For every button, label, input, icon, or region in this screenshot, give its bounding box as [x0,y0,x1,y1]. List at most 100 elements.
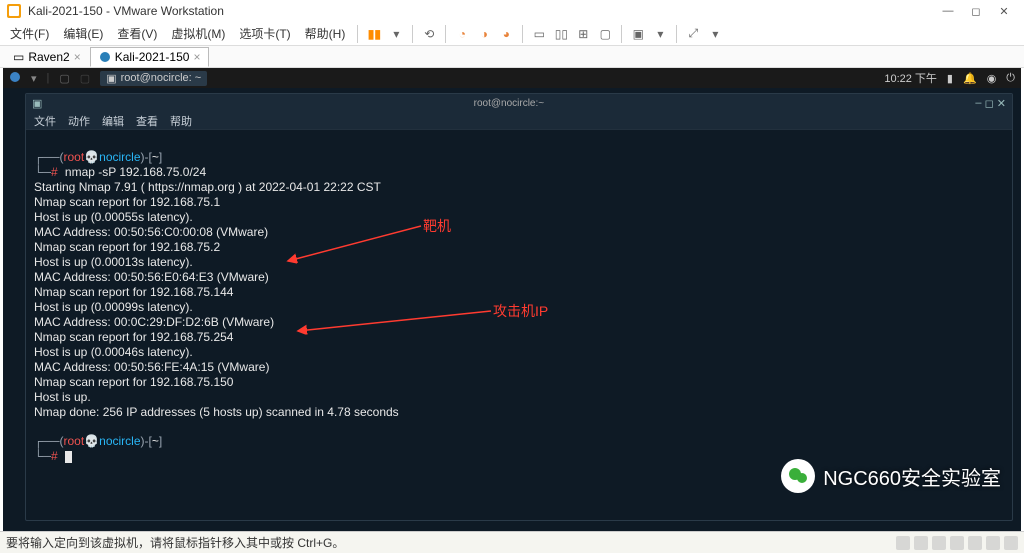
term-menu-edit[interactable]: 编辑 [102,113,124,129]
terminal-cursor [65,451,72,463]
device-icon[interactable] [932,536,946,550]
sound-icon[interactable]: 🔔 [963,72,977,85]
term-menu-view[interactable]: 查看 [136,113,158,129]
terminal-task-icon: ▣ [106,72,116,85]
panel-workspace1-icon[interactable]: ▢ [59,72,69,85]
menu-view[interactable]: 查看(V) [111,23,163,44]
device-icon[interactable] [896,536,910,550]
panel-workspace2-icon[interactable]: ▢ [80,72,90,85]
layout4-icon[interactable]: ▢ [595,24,615,44]
device-icon[interactable] [986,536,1000,550]
fullscreen-icon[interactable]: ▣ [628,24,648,44]
panel-menu-icon[interactable]: ▾ [31,72,37,85]
output-line-attacker: MAC Address: 00:50:56:FE:4A:15 (VMware) [34,360,269,374]
prompt-path: ~ [152,150,159,164]
prompt-host: nocircle [99,150,140,164]
minimize-button[interactable]: — [934,5,962,17]
layout2-icon[interactable]: ▯▯ [551,24,571,44]
device-icon[interactable] [914,536,928,550]
guest-display[interactable]: KALI BY OFFENSIVE SECURITY ▾ | ▢ ▢ ▣ roo… [3,68,1021,531]
close-button[interactable]: ✕ [990,5,1018,18]
term-min-icon[interactable]: – [975,97,981,109]
vmware-titlebar: Kali-2021-150 - VMware Workstation — ◻ ✕ [0,0,1024,22]
output-line: Nmap scan report for 192.168.75.2 [34,240,220,254]
panel-sep: | [47,72,50,84]
layout3-icon[interactable]: ⊞ [573,24,593,44]
dropdown2-icon[interactable]: ▾ [650,24,670,44]
terminal-app-icon: ▣ [32,97,42,110]
output-line: Starting Nmap 7.91 ( https://nmap.org ) … [34,180,381,194]
device-icon[interactable] [950,536,964,550]
tool2-icon[interactable]: ◑ [474,24,494,44]
prompt-path: ~ [152,434,159,448]
term-close-icon[interactable]: ✕ [997,97,1006,110]
output-line: Nmap done: 256 IP addresses (5 hosts up)… [34,405,399,419]
wechat-icon [781,459,815,493]
terminal-titlebar[interactable]: ▣ root@nocircle:~ – ◻ ✕ [26,94,1012,112]
notify-icon[interactable]: ◉ [987,72,997,85]
taskbar-terminal-button[interactable]: ▣ root@nocircle: ~ [100,71,207,86]
terminal-menubar: 文件 动作 编辑 查看 帮助 [26,112,1012,130]
menu-vm[interactable]: 虚拟机(M) [165,23,231,44]
panel-app-icon[interactable] [9,71,21,86]
kali-top-panel: ▾ | ▢ ▢ ▣ root@nocircle: ~ 10:22 下午 ▮ 🔔 … [3,68,1021,88]
output-line-target: Nmap scan report for 192.168.75.144 [34,285,233,299]
term-menu-action[interactable]: 动作 [68,113,90,129]
terminal-window: ▣ root@nocircle:~ – ◻ ✕ 文件 动作 编辑 查看 帮助 ┌… [25,93,1013,521]
network-icon[interactable]: ▮ [947,72,953,85]
tool1-icon[interactable]: ◔ [452,24,472,44]
tab-label: Raven2 [28,50,69,64]
term-max-icon[interactable]: ◻ [985,97,994,110]
maximize-button[interactable]: ◻ [962,5,990,18]
tab-icon: ▭ [13,50,24,64]
taskbar-label: root@nocircle: ~ [121,72,202,84]
panel-clock: 10:22 下午 [884,70,937,86]
dropdown-icon[interactable]: ▾ [386,24,406,44]
output-line: Nmap scan report for 192.168.75.150 [34,375,233,389]
prompt-symbol: # [51,165,58,179]
terminal-body[interactable]: ┌──(root💀nocircle)-[~] └─# nmap -sP 192.… [26,130,1012,484]
output-line: Host is up (0.00013s latency). [34,255,193,269]
output-line: Host is up (0.00055s latency). [34,210,193,224]
dropdown3-icon[interactable]: ▾ [705,24,725,44]
prompt-user: root [64,150,85,164]
vmware-tabs: ▭ Raven2 × Kali-2021-150 × [0,46,1024,68]
statusbar-device-icons [896,536,1018,550]
vmware-menubar: 文件(F) 编辑(E) 查看(V) 虚拟机(M) 选项卡(T) 帮助(H) ▮▮… [0,22,1024,46]
watermark-text: NGC660安全实验室 [823,462,1001,491]
stretch-icon[interactable]: ⤢ [683,24,703,44]
term-menu-file[interactable]: 文件 [34,113,56,129]
output-line: Nmap scan report for 192.168.75.254 [34,330,233,344]
tab-close-icon[interactable]: × [74,50,81,64]
term-menu-help[interactable]: 帮助 [170,113,192,129]
statusbar-message: 要将输入定向到该虚拟机，请将鼠标指针移入其中或按 Ctrl+G。 [6,534,344,551]
layout1-icon[interactable]: ▭ [529,24,549,44]
terminal-title: root@nocircle:~ [42,98,975,109]
menu-help[interactable]: 帮助(H) [299,23,352,44]
menu-file[interactable]: 文件(F) [4,23,55,44]
output-line: MAC Address: 00:50:56:C0:00:08 (VMware) [34,225,268,239]
device-icon[interactable] [1004,536,1018,550]
tab-label: Kali-2021-150 [115,50,190,64]
tab-kali[interactable]: Kali-2021-150 × [90,47,210,67]
command-line: nmap -sP 192.168.75.0/24 [65,165,206,179]
output-line: MAC Address: 00:0C:29:DF:D2:6B (VMware) [34,315,274,329]
prompt-host: nocircle [99,434,140,448]
tool3-icon[interactable]: ◕ [496,24,516,44]
vmware-statusbar: 要将输入定向到该虚拟机，请将鼠标指针移入其中或按 Ctrl+G。 [0,531,1024,553]
vmware-icon [6,3,22,19]
prompt-symbol: # [51,449,58,463]
menu-edit[interactable]: 编辑(E) [57,23,109,44]
device-icon[interactable] [968,536,982,550]
tab-close-icon[interactable]: × [193,50,200,64]
kali-tab-icon [99,51,111,63]
menu-tabs[interactable]: 选项卡(T) [233,23,296,44]
snapshot-icon[interactable]: ⟲ [419,24,439,44]
output-line: Host is up. [34,390,91,404]
output-line: Host is up (0.00099s latency). [34,300,193,314]
power-icon[interactable]: ⏻ [1006,72,1015,85]
output-line: Nmap scan report for 192.168.75.1 [34,195,220,209]
tab-raven2[interactable]: ▭ Raven2 × [4,47,90,67]
output-line: Host is up (0.00046s latency). [34,345,193,359]
pause-icon[interactable]: ▮▮ [364,24,384,44]
